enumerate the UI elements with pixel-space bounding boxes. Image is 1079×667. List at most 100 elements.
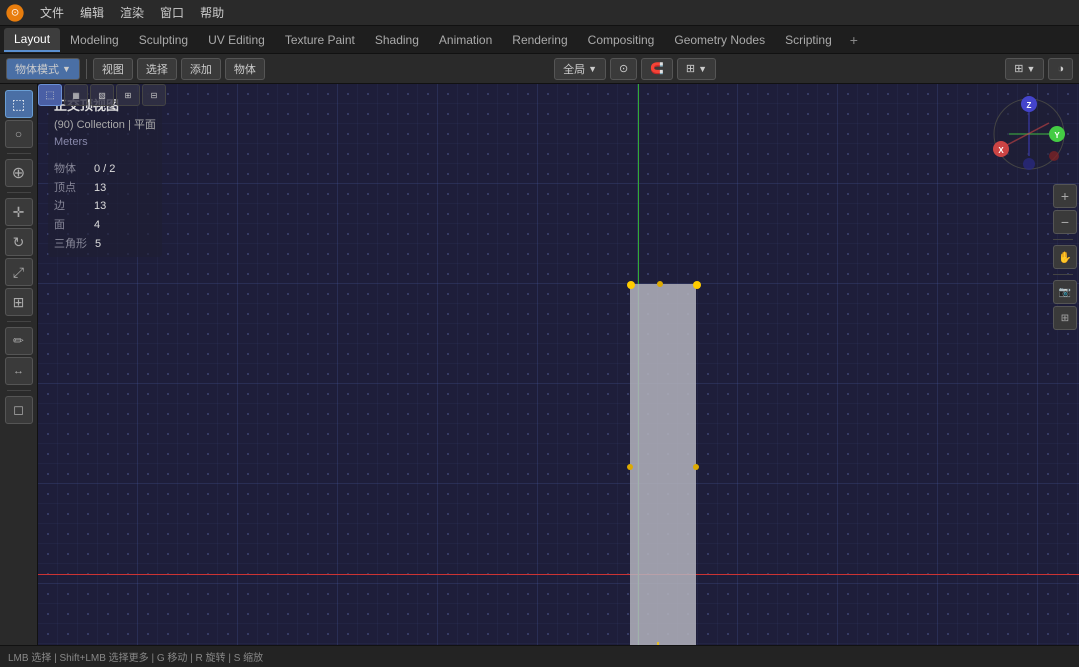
object-menu-label: 物体	[234, 61, 256, 77]
nav-icon-2[interactable]: ▦	[64, 84, 88, 106]
transform-tool-btn[interactable]: ⊞	[5, 288, 33, 316]
menu-edit[interactable]: 编辑	[72, 2, 112, 23]
annotate-tool-btn[interactable]: ✏	[5, 327, 33, 355]
stat-objects-label: 物体	[54, 160, 86, 179]
3d-viewport[interactable]: 正交顶视图 (90) Collection | 平面 Meters 物体 0 /…	[38, 84, 1079, 667]
mode-dropdown-icon: ▼	[62, 64, 71, 74]
zoom-out-btn[interactable]: −	[1053, 210, 1077, 234]
stat-objects-value: 0 / 2	[94, 160, 115, 179]
viewport-right-tools: + − ✋ 📷 ⊞	[1053, 184, 1077, 330]
svg-text:X: X	[998, 146, 1004, 155]
stat-edges: 边 13	[54, 197, 156, 216]
global-selector[interactable]: 全局 ▼	[554, 58, 606, 80]
svg-text:Y: Y	[1054, 131, 1060, 140]
object-menu-btn[interactable]: 物体	[225, 58, 265, 80]
top-menu-bar: ⊙ 文件 编辑 渲染 窗口 帮助	[0, 0, 1079, 26]
select-menu-label: 选择	[146, 61, 168, 77]
viewport-gizmo[interactable]: Z Y X	[989, 94, 1069, 174]
snap-icon: 🧲	[650, 62, 664, 75]
viewport-collection: (90) Collection | 平面	[54, 117, 156, 135]
toolbar-sep-1	[86, 59, 87, 79]
stat-vertices-value: 13	[94, 179, 106, 198]
pan-btn[interactable]: ✋	[1053, 245, 1077, 269]
main-area: ⬚ ○ ⊕ ✛ ↻ ⤢ ⊞ ✏ ↔ ◻	[0, 84, 1079, 667]
transform-extras-btn[interactable]: ⊞ ▼	[677, 58, 716, 80]
cursor-tool-btn[interactable]: ⊕	[5, 159, 33, 187]
camera-perspective-btn[interactable]: 📷	[1053, 280, 1077, 304]
menu-file[interactable]: 文件	[32, 2, 72, 23]
tab-uv-editing[interactable]: UV Editing	[198, 29, 275, 51]
move-tool-btn[interactable]: ✛	[5, 198, 33, 226]
stat-tris-label: 三角形	[54, 235, 87, 254]
tab-modeling[interactable]: Modeling	[60, 29, 129, 51]
measure-tool-btn[interactable]: ↔	[5, 357, 33, 385]
stat-edges-label: 边	[54, 197, 86, 216]
tab-compositing[interactable]: Compositing	[578, 29, 665, 51]
stat-faces: 面 4	[54, 216, 156, 235]
tab-scripting[interactable]: Scripting	[775, 29, 842, 51]
status-text: LMB 选择 | Shift+LMB 选择更多 | G 移动 | R 旋转 | …	[8, 649, 263, 664]
menu-render[interactable]: 渲染	[112, 2, 152, 23]
select-menu-btn[interactable]: 选择	[137, 58, 177, 80]
rotate-tool-btn[interactable]: ↻	[5, 228, 33, 256]
add-primitive-tool-btn[interactable]: ◻	[5, 396, 33, 424]
xray-btn[interactable]: ◑	[1048, 58, 1073, 80]
vertex-mid-t	[657, 281, 663, 287]
tool-separator-2	[7, 192, 31, 193]
add-workspace-button[interactable]: +	[842, 28, 866, 52]
menu-window[interactable]: 窗口	[152, 2, 192, 23]
view-menu-label: 视图	[102, 61, 124, 77]
view-menu-btn[interactable]: 视图	[93, 58, 133, 80]
stat-tris-value: 5	[95, 235, 101, 254]
add-menu-label: 添加	[190, 61, 212, 77]
bottom-status-bar: LMB 选择 | Shift+LMB 选择更多 | G 移动 | R 旋转 | …	[0, 645, 1079, 667]
mode-selector[interactable]: 物体模式 ▼	[6, 58, 80, 80]
vertex-mid-l	[627, 464, 633, 470]
stat-faces-label: 面	[54, 216, 86, 235]
xray-icon: ◑	[1057, 63, 1064, 75]
tool-separator-1	[7, 153, 31, 154]
global-dropdown-icon: ▼	[588, 64, 597, 74]
tab-texture-paint[interactable]: Texture Paint	[275, 29, 365, 51]
overlay-btn[interactable]: ⊞ ▼	[1005, 58, 1044, 80]
tab-animation[interactable]: Animation	[429, 29, 502, 51]
nav-icon-4[interactable]: ⊞	[116, 84, 140, 106]
viewport-info-panel: 正交顶视图 (90) Collection | 平面 Meters 物体 0 /…	[48, 92, 162, 257]
vertex-mid-r	[693, 464, 699, 470]
tab-geometry-nodes[interactable]: Geometry Nodes	[664, 29, 775, 51]
horizontal-axis-line	[38, 574, 1079, 575]
mesh-plane-object[interactable]	[630, 284, 696, 654]
tool-separator-3	[7, 321, 31, 322]
proportional-edit-btn[interactable]: ⊙	[610, 58, 637, 80]
nav-select-box-icon[interactable]: ⬚	[38, 84, 62, 106]
snap-btn[interactable]: 🧲	[641, 58, 673, 80]
proportional-icon: ⊙	[619, 62, 628, 75]
nav-icon-3[interactable]: ▧	[90, 84, 114, 106]
tool-separator-4	[7, 390, 31, 391]
stat-tris: 三角形 5	[54, 235, 156, 254]
global-selector-label: 全局	[563, 61, 585, 77]
select-box-tool-btn[interactable]: ⬚	[5, 90, 33, 118]
view-grid-btn[interactable]: ⊞	[1053, 306, 1077, 330]
svg-text:Z: Z	[1027, 101, 1032, 110]
mode-selector-label: 物体模式	[15, 61, 59, 77]
add-menu-btn[interactable]: 添加	[181, 58, 221, 80]
blender-logo[interactable]: ⊙	[4, 2, 26, 24]
transform-icon: ⊞	[686, 62, 695, 75]
svg-text:⊙: ⊙	[11, 7, 19, 18]
stat-vertices: 顶点 13	[54, 179, 156, 198]
tab-rendering[interactable]: Rendering	[502, 29, 577, 51]
tab-sculpting[interactable]: Sculpting	[129, 29, 198, 51]
tab-layout[interactable]: Layout	[4, 28, 60, 52]
stat-edges-value: 13	[94, 197, 106, 216]
overlay-dropdown-icon: ▼	[1026, 64, 1035, 74]
menu-help[interactable]: 帮助	[192, 2, 232, 23]
stat-objects: 物体 0 / 2	[54, 160, 156, 179]
vertex-tr	[693, 281, 701, 289]
nav-icon-5[interactable]: ⊟	[142, 84, 166, 106]
zoom-in-btn[interactable]: +	[1053, 184, 1077, 208]
scale-tool-btn[interactable]: ⤢	[5, 258, 33, 286]
tab-shading[interactable]: Shading	[365, 29, 429, 51]
viewport-units: Meters	[54, 134, 156, 152]
select-circle-tool-btn[interactable]: ○	[5, 120, 33, 148]
